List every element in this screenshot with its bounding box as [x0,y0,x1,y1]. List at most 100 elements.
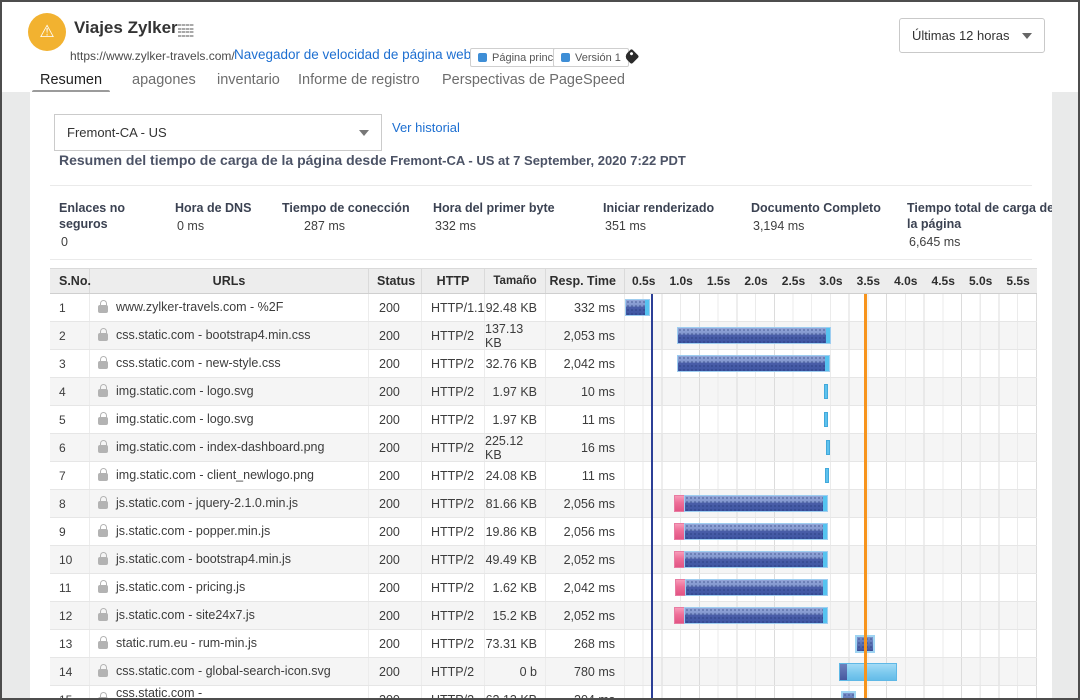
web-speed-browser-link[interactable]: Navegador de velocidad de página web () [234,47,484,62]
cell-resp-time: 332 ms [546,294,625,321]
tab-perspectivas-de-pagespeed[interactable]: Perspectivas de PageSpeed [442,72,625,88]
tab-informe-de-registro[interactable]: Informe de registro [298,72,420,88]
time-tick: 0.5s [625,274,662,288]
badge-version[interactable]: Versión 1 [553,48,629,67]
waterfall-tick[interactable] [824,412,828,427]
tab-apagones[interactable]: apagones [132,72,196,88]
table-row[interactable]: 13static.rum.eu - rum-min.js200HTTP/273.… [50,630,1037,658]
waterfall-bar[interactable] [675,579,828,596]
waterfall-bar[interactable] [674,607,828,624]
cell-status: 200 [369,490,422,517]
cell-http: HTTP/2 [422,658,485,685]
metric-value: 3,194 ms [751,219,896,233]
cell-url: img.static.com - logo.svg [90,378,369,405]
url-text: css.static.com - bootstrap4.min.css [116,329,311,342]
table-row[interactable]: 11js.static.com - pricing.js200HTTP/21.6… [50,574,1037,602]
tab-inventario[interactable]: inventario [217,72,280,88]
cell-resp-time: 2,056 ms [546,518,625,545]
table-row[interactable]: 3css.static.com - new-style.css200HTTP/2… [50,350,1037,378]
table-row[interactable]: 8js.static.com - jquery-2.1.0.min.js200H… [50,490,1037,518]
lock-icon [98,445,108,453]
cell-http: HTTP/2 [422,546,485,573]
time-range-select[interactable]: Últimas 12 horas [899,18,1045,53]
table-row[interactable]: 7img.static.com - client_newlogo.png200H… [50,462,1037,490]
url-text: js.static.com - pricing.js [116,581,245,594]
location-select[interactable]: Fremont-CA - US [54,114,382,151]
cell-status: 200 [369,350,422,377]
table-row[interactable]: 6img.static.com - index-dashboard.png200… [50,434,1037,462]
cell-size: 73.31 KB [485,630,546,657]
table-row[interactable]: 10js.static.com - bootstrap4.min.js200HT… [50,546,1037,574]
badge-icon [478,53,487,62]
waterfall-tick[interactable] [824,384,828,399]
cell-size: 32.76 KB [485,350,546,377]
cell-sno: 7 [50,462,90,489]
waterfall-bar[interactable] [839,663,897,681]
cell-status: 200 [369,658,422,685]
waterfall-tick[interactable] [826,440,830,455]
url-text: img.static.com - logo.svg [116,413,254,426]
cell-timeline [625,686,1037,700]
cell-url: img.static.com - logo.svg [90,406,369,433]
cell-size: 81.66 KB [485,490,546,517]
summary-card: Fremont-CA - US Ver historial Resumen de… [30,92,1052,700]
cell-size: 1.97 KB [485,406,546,433]
table-row[interactable]: 14css.static.com - global-search-icon.sv… [50,658,1037,686]
url-text: www.zylker-travels.com - %2F [116,301,283,314]
waterfall-bar[interactable] [674,495,828,512]
url-text: js.static.com - popper.min.js [116,525,270,538]
cell-size: 92.48 KB [485,294,546,321]
waterfall-bar[interactable] [625,299,650,316]
url-text: img.static.com - index-dashboard.png [116,441,324,454]
cell-size: 137.13 KB [485,322,546,349]
cell-timeline [625,322,1037,349]
metric-label: Hora de DNS [175,200,275,216]
monitor-warning-avatar: ⚠ [28,13,66,51]
waterfall-bar[interactable] [841,691,856,700]
col-timeline: 0.5s1.0s1.5s2.0s2.5s3.0s3.5s4.0s4.5s5.0s… [625,269,1037,293]
metric-value: 6,645 ms [907,235,1052,249]
cell-http: HTTP/2 [422,602,485,629]
time-tick: 2.0s [737,274,774,288]
cell-sno: 3 [50,350,90,377]
list-menu-icon[interactable] [178,24,194,37]
table-row[interactable]: 12js.static.com - site24x7.js200HTTP/215… [50,602,1037,630]
waterfall-bar[interactable] [677,327,831,344]
table-row[interactable]: 2css.static.com - bootstrap4.min.css200H… [50,322,1037,350]
cell-status: 200 [369,294,422,321]
table-row[interactable]: 1www.zylker-travels.com - %2F200HTTP/1.1… [50,294,1037,322]
waterfall-bar[interactable] [674,551,828,568]
divider [50,185,1032,186]
table-row[interactable]: 5img.static.com - logo.svg200HTTP/21.97 … [50,406,1037,434]
cell-timeline [625,574,1037,601]
table-row[interactable]: 4img.static.com - logo.svg200HTTP/21.97 … [50,378,1037,406]
lock-icon [98,333,108,341]
cell-size: 225.12 KB [485,434,546,461]
waterfall-bar[interactable] [677,355,830,372]
cell-timeline [625,630,1037,657]
tab-resumen[interactable]: Resumen [40,72,102,88]
bar-download-segment [685,579,828,596]
view-history-link[interactable]: Ver historial [392,120,460,135]
cell-url: www.zylker-travels.com - %2F [90,294,369,321]
time-tick: 2.5s [775,274,812,288]
waterfall-tick[interactable] [825,468,829,483]
cell-http: HTTP/2 [422,574,485,601]
cell-url: img.static.com - client_newlogo.png [90,462,369,489]
cell-status: 200 [369,574,422,601]
summary-heading: Resumen del tiempo de carga de la página… [59,152,686,168]
cell-timeline [625,546,1037,573]
bar-download-segment [677,355,830,372]
col-size: Tamaño [485,269,546,293]
col-resp-time: Resp. Time [546,269,625,293]
url-text: css.static.com - new-style.css [116,357,281,370]
metric-value: 0 ms [175,219,275,233]
table-row[interactable]: 15css.static.com -proxima-reg-webfo200HT… [50,686,1037,700]
cell-timeline [625,462,1037,489]
table-row[interactable]: 9js.static.com - popper.min.js200HTTP/21… [50,518,1037,546]
cell-url: css.static.com - new-style.css [90,350,369,377]
metric: Iniciar renderizado351 ms [603,200,733,233]
metric-value: 351 ms [603,219,733,233]
waterfall-bar[interactable] [674,523,828,540]
metric-value: 287 ms [282,219,422,233]
